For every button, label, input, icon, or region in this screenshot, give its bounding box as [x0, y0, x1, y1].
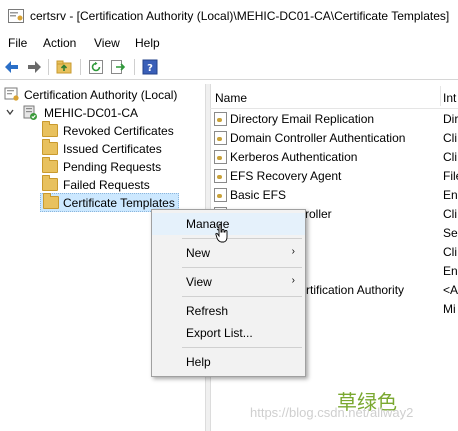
list-item-name: Domain Controller Authentication: [230, 131, 406, 145]
menu-action[interactable]: Action: [43, 36, 76, 50]
ca-server-icon: [23, 105, 37, 120]
folder-icon: [42, 139, 58, 155]
title-bar: certsrv - [Certification Authority (Loca…: [0, 0, 458, 32]
list-item[interactable]: Basic EFS En: [210, 186, 458, 204]
submenu-arrow-icon: ›: [291, 275, 295, 286]
certificate-template-icon: [214, 150, 227, 164]
watermark-url: https://blog.csdn.net/allway2: [250, 405, 414, 420]
help-icon[interactable]: ?: [142, 59, 158, 75]
context-menu-label: Export List...: [186, 326, 253, 340]
tree-folder-pending[interactable]: Pending Requests: [40, 157, 202, 176]
list-item-name: Basic EFS: [230, 188, 287, 202]
tree-ca-node[interactable]: MEHIC-DC01-CA: [6, 104, 202, 122]
context-menu-help[interactable]: Help: [152, 351, 305, 373]
back-arrow-icon[interactable]: [4, 59, 20, 75]
tree-folder-failed[interactable]: Failed Requests: [40, 175, 202, 194]
list-item-intended: File: [443, 169, 458, 183]
list-item-name: Kerberos Authentication: [230, 150, 358, 164]
context-menu-label: New: [186, 246, 211, 260]
toolbar-separator: [48, 59, 49, 75]
list-item[interactable]: Kerberos Authentication Cli: [210, 148, 458, 166]
menu-separator: [182, 267, 302, 268]
toolbar-separator: [134, 59, 135, 75]
list-item-intended: <A: [443, 283, 458, 297]
tree-folder-revoked[interactable]: Revoked Certificates: [40, 121, 202, 140]
tree-root[interactable]: Certification Authority (Local): [4, 86, 204, 104]
certificate-template-icon: [214, 188, 227, 202]
list-item[interactable]: EFS Recovery Agent File: [210, 167, 458, 185]
export-icon[interactable]: [110, 59, 126, 75]
forward-arrow-icon[interactable]: [26, 59, 42, 75]
menu-separator: [182, 347, 302, 348]
context-menu-export-list[interactable]: Export List...: [152, 322, 305, 344]
folder-icon: [43, 193, 59, 209]
list-item-name: rtification Authority: [306, 283, 405, 297]
menu-view[interactable]: View: [94, 36, 120, 50]
column-header-name[interactable]: Name: [215, 91, 247, 105]
tree-folder-label: Issued Certificates: [63, 142, 162, 156]
submenu-arrow-icon: ›: [291, 246, 295, 257]
tree-folder-label: Pending Requests: [63, 160, 162, 174]
tree-ca-label: MEHIC-DC01-CA: [44, 106, 139, 120]
list-item-intended: En: [443, 264, 458, 278]
list-item-name: roller: [305, 207, 332, 221]
list-item-intended: En: [443, 188, 458, 202]
toolbar-separator: [80, 59, 81, 75]
certificate-template-icon: [214, 169, 227, 183]
certificate-template-icon: [214, 112, 227, 126]
chevron-down-icon[interactable]: [6, 108, 14, 116]
up-folder-icon[interactable]: [56, 59, 72, 75]
hand-cursor-icon: [215, 224, 228, 243]
tree-folder-label: Certificate Templates: [63, 196, 175, 210]
context-menu-view[interactable]: View ›: [152, 271, 305, 293]
tree-folder-issued[interactable]: Issued Certificates: [40, 139, 202, 158]
list-item-intended: Dir: [443, 112, 458, 126]
menu-file[interactable]: File: [8, 36, 27, 50]
list-item-intended: Cli: [443, 131, 457, 145]
context-menu-label: View: [186, 275, 212, 289]
menu-separator: [182, 238, 302, 239]
certification-authority-icon: [4, 87, 19, 101]
list-item[interactable]: Directory Email Replication Dir: [210, 110, 458, 128]
certificate-template-icon: [214, 131, 227, 145]
folder-icon: [42, 157, 58, 173]
tree-folder-label: Revoked Certificates: [63, 124, 174, 138]
column-separator[interactable]: [440, 86, 441, 106]
tree-folder-label: Failed Requests: [63, 178, 150, 192]
folder-icon: [42, 121, 58, 137]
tree-root-label: Certification Authority (Local): [24, 88, 178, 102]
window-title: certsrv - [Certification Authority (Loca…: [30, 9, 450, 23]
list-item-name: Directory Email Replication: [230, 112, 375, 126]
list-item-intended: Cli: [443, 207, 457, 221]
list-item-intended: Ser: [443, 226, 458, 240]
folder-icon: [42, 175, 58, 191]
context-menu-label: Help: [186, 355, 211, 369]
refresh-icon[interactable]: [88, 59, 104, 75]
list-item-intended: Cli: [443, 150, 457, 164]
list-item-name: EFS Recovery Agent: [230, 169, 342, 183]
list-item[interactable]: Domain Controller Authentication Cli: [210, 129, 458, 147]
list-item-intended: Mi: [443, 302, 456, 316]
context-menu-new[interactable]: New ›: [152, 242, 305, 264]
context-menu-label: Refresh: [186, 304, 229, 318]
menu-bar: File Action View Help: [0, 33, 458, 53]
certsrv-app-icon: [8, 9, 24, 23]
column-header-intended-purpose[interactable]: Int: [443, 91, 456, 105]
menu-help[interactable]: Help: [135, 36, 160, 50]
list-item-intended: Cli: [443, 245, 457, 259]
toolbar: ?: [0, 55, 458, 80]
context-menu-refresh[interactable]: Refresh: [152, 300, 305, 322]
svg-text:?: ?: [147, 63, 153, 74]
list-header: Name Int: [210, 84, 458, 109]
menu-separator: [182, 296, 302, 297]
